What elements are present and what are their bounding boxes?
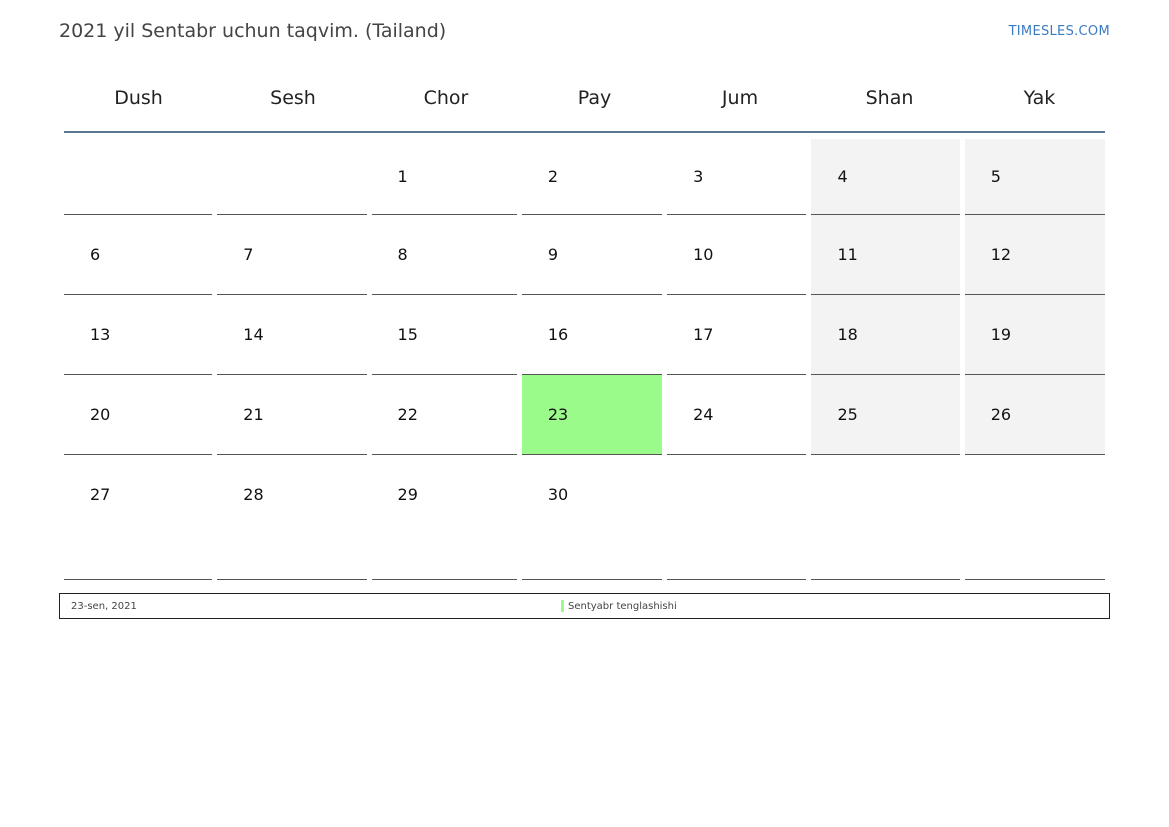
day-number: 11 — [837, 245, 858, 264]
day-number: 28 — [243, 485, 264, 504]
day-number: 21 — [243, 405, 264, 424]
empty-day-cell — [811, 455, 960, 580]
day-cell[interactable]: 21 — [217, 375, 367, 455]
day-cell[interactable]: 29 — [371, 455, 517, 580]
day-number: 17 — [693, 325, 714, 344]
brand-link[interactable]: TIMESLES.COM — [1009, 24, 1110, 39]
weekday-label: Jum — [721, 87, 759, 109]
page-title: 2021 yil Sentabr uchun taqvim. (Tailand) — [59, 20, 447, 42]
weekday-label: Dush — [114, 87, 163, 109]
calendar-week-row: 1 2 3 4 5 — [64, 139, 1106, 215]
day-cell[interactable]: 22 — [371, 375, 517, 455]
day-number: 13 — [90, 325, 111, 344]
day-number: 25 — [837, 405, 858, 424]
day-cell[interactable]: 18 — [811, 295, 960, 375]
day-cell[interactable]: 3 — [667, 139, 807, 215]
day-number: 7 — [243, 245, 254, 264]
day-number: 27 — [90, 485, 111, 504]
day-number: 4 — [837, 167, 848, 186]
calendar-grid: Dush Sesh Chor Pay Jum Shan Yak 12345678… — [64, 76, 1106, 580]
calendar-week-row: 27 28 29 30 — [64, 455, 1106, 580]
day-cell[interactable]: 16 — [521, 295, 663, 375]
day-cell[interactable]: 8 — [371, 215, 517, 295]
day-number: 3 — [693, 167, 704, 186]
day-number: 29 — [397, 485, 418, 504]
calendar-week-row: 20 21 22 23 24 25 26 — [64, 375, 1106, 455]
day-number: 16 — [547, 325, 569, 344]
day-number: 6 — [90, 245, 101, 264]
empty-day-cell — [667, 455, 807, 580]
day-cell[interactable]: 30 — [521, 455, 663, 580]
weekday-header: Dush Sesh Chor Pay Jum Shan Yak — [64, 76, 1105, 133]
empty-day-cell — [964, 455, 1106, 580]
legend-color-marker — [561, 600, 564, 612]
calendar-week-row: 13 14 15 16 17 18 19 — [64, 295, 1106, 375]
day-cell[interactable]: 24 — [667, 375, 807, 455]
day-number: 12 — [990, 245, 1012, 264]
day-cell[interactable]: 28 — [217, 455, 367, 580]
day-number: 1 — [397, 167, 408, 186]
day-cell[interactable]: 20 — [64, 375, 213, 455]
day-cell[interactable]: 2 — [521, 139, 663, 215]
day-cell[interactable]: 19 — [964, 295, 1106, 375]
day-cell[interactable]: 13 — [64, 295, 213, 375]
day-cell[interactable]: 14 — [217, 295, 367, 375]
day-cell[interactable]: 6 — [64, 215, 213, 295]
weekday-label: Chor — [423, 87, 469, 109]
day-cell[interactable]: 7 — [217, 215, 367, 295]
legend-event-name: Sentyabr tenglashishi — [568, 601, 677, 612]
day-number: 2 — [547, 167, 558, 186]
day-number: 9 — [547, 245, 558, 264]
day-number: 14 — [243, 325, 264, 344]
day-cell[interactable]: 15 — [371, 295, 517, 375]
weekday-label: Shan — [865, 87, 914, 109]
holiday-legend: 23-sen, 2021 Sentyabr tenglashishi — [59, 593, 1110, 619]
day-cell[interactable]: 12 — [964, 215, 1106, 295]
day-cell[interactable]: 9 — [521, 215, 663, 295]
day-number: 22 — [397, 405, 418, 424]
empty-day-cell — [217, 139, 367, 215]
calendar-week-row: 6 7 8 9 10 11 12 — [64, 215, 1106, 295]
day-number: 8 — [397, 245, 408, 264]
day-cell[interactable]: 4 — [811, 139, 960, 215]
calendar-weeks: 1 2 3 4 5 6 7 8 9 10 11 12 13 14 15 16 17 18 19 20 21 22 23 24 2… — [64, 139, 1106, 580]
day-number: 19 — [990, 325, 1012, 344]
day-number: 20 — [90, 405, 111, 424]
day-cell[interactable]: 27 — [64, 455, 213, 580]
day-number: 10 — [693, 245, 714, 264]
weekday-label: Sesh — [270, 87, 316, 109]
day-cell[interactable]: 5 — [964, 139, 1106, 215]
day-number: 15 — [397, 325, 418, 344]
weekday-label: Pay — [577, 87, 612, 109]
day-number: 30 — [547, 485, 569, 504]
empty-day-cell — [64, 139, 213, 215]
weekday-label: Yak — [1023, 87, 1056, 109]
day-cell[interactable]: 10 — [667, 215, 807, 295]
day-number: 18 — [837, 325, 858, 344]
legend-date: 23-sen, 2021 — [71, 601, 137, 612]
day-cell[interactable]: 11 — [811, 215, 960, 295]
day-number: 5 — [990, 167, 1001, 186]
day-cell[interactable]: 17 — [667, 295, 807, 375]
day-cell[interactable]: 1 — [371, 139, 517, 215]
day-number: 26 — [990, 405, 1012, 424]
day-cell[interactable]: 23 — [521, 375, 663, 455]
day-cell[interactable]: 26 — [964, 375, 1106, 455]
day-cell[interactable]: 25 — [811, 375, 960, 455]
day-number: 24 — [693, 405, 714, 424]
day-number: 23 — [547, 405, 569, 424]
